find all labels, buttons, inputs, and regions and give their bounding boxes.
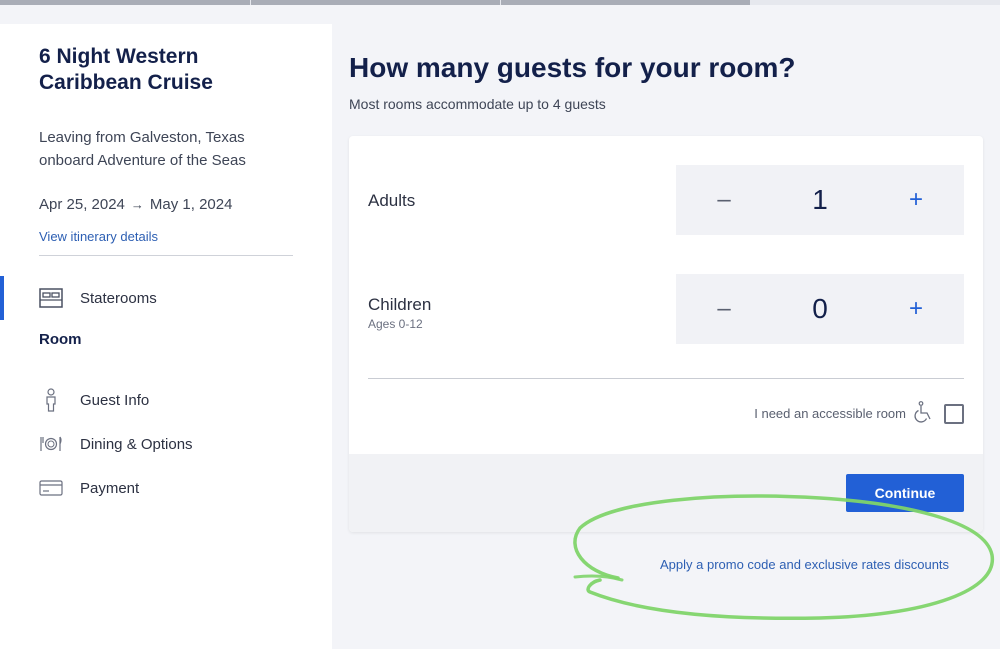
- sidebar-item-label: Staterooms: [80, 289, 157, 307]
- sidebar-subitem-room[interactable]: Room: [39, 331, 82, 348]
- departure-port: Leaving from Galveston, Texas: [39, 129, 245, 146]
- accessible-room-checkbox[interactable]: [944, 403, 964, 424]
- card-footer: Continue: [349, 454, 983, 532]
- ship-name: onboard Adventure of the Seas: [39, 152, 246, 169]
- adults-increment-button[interactable]: +: [868, 165, 964, 235]
- date-start: Apr 25, 2024: [39, 196, 125, 213]
- cruise-departure: Leaving from Galveston, Texas onboard Ad…: [39, 126, 309, 172]
- children-count: 0: [812, 293, 828, 324]
- accessible-room-option[interactable]: I need an accessible room: [754, 401, 964, 426]
- adults-count: 1: [812, 184, 828, 215]
- progress-segment: [501, 0, 750, 5]
- adults-label: Adults: [368, 191, 416, 210]
- sidebar-item-guest-info[interactable]: Guest Info: [38, 388, 149, 412]
- sidebar-item-staterooms[interactable]: Staterooms: [38, 286, 157, 310]
- sidebar-divider: [39, 255, 293, 256]
- adults-decrement-button[interactable]: –: [676, 165, 772, 235]
- person-icon: [38, 388, 64, 412]
- wheelchair-icon: [912, 401, 934, 426]
- card-icon: [38, 476, 64, 500]
- progress-segment: [251, 0, 500, 5]
- progress-bar: [0, 0, 1000, 5]
- children-decrement-button[interactable]: –: [676, 274, 772, 344]
- continue-button[interactable]: Continue: [846, 474, 964, 512]
- sidebar-item-dining[interactable]: Dining & Options: [38, 432, 193, 456]
- progress-segment: [0, 0, 250, 5]
- promo-code-link[interactable]: Apply a promo code and exclusive rates d…: [660, 557, 949, 572]
- children-stepper: – 0 +: [676, 274, 964, 344]
- children-increment-button[interactable]: +: [868, 274, 964, 344]
- children-age-hint: Ages 0-12: [368, 317, 423, 331]
- accessible-room-label: I need an accessible room: [754, 406, 906, 421]
- dining-icon: [38, 432, 64, 456]
- sidebar-item-payment[interactable]: Payment: [38, 476, 139, 500]
- sidebar-item-label: Guest Info: [80, 391, 150, 409]
- guest-count-card: Adults – 1 + Children Ages 0-12 – 0 + I …: [349, 136, 983, 532]
- card-divider: [368, 378, 964, 379]
- bed-icon: [38, 286, 64, 310]
- cruise-dates: Apr 25, 2024 → May 1, 2024: [39, 196, 232, 213]
- arrow-right-icon: →: [130, 197, 144, 212]
- children-label: Children: [368, 295, 432, 314]
- view-itinerary-link[interactable]: View itinerary details: [39, 229, 158, 244]
- date-end: May 1, 2024: [149, 196, 233, 213]
- page-subtitle: Most rooms accommodate up to 4 guests: [349, 96, 606, 112]
- adults-stepper: – 1 +: [676, 165, 964, 235]
- sidebar-item-label: Dining & Options: [80, 435, 193, 453]
- sidebar-item-label: Payment: [80, 479, 140, 497]
- active-nav-indicator: [0, 276, 4, 320]
- page-title: How many guests for your room?: [349, 52, 796, 83]
- cruise-title: 6 Night Western Caribbean Cruise: [39, 45, 213, 94]
- booking-sidebar: 6 Night Western Caribbean Cruise Leaving…: [0, 24, 332, 649]
